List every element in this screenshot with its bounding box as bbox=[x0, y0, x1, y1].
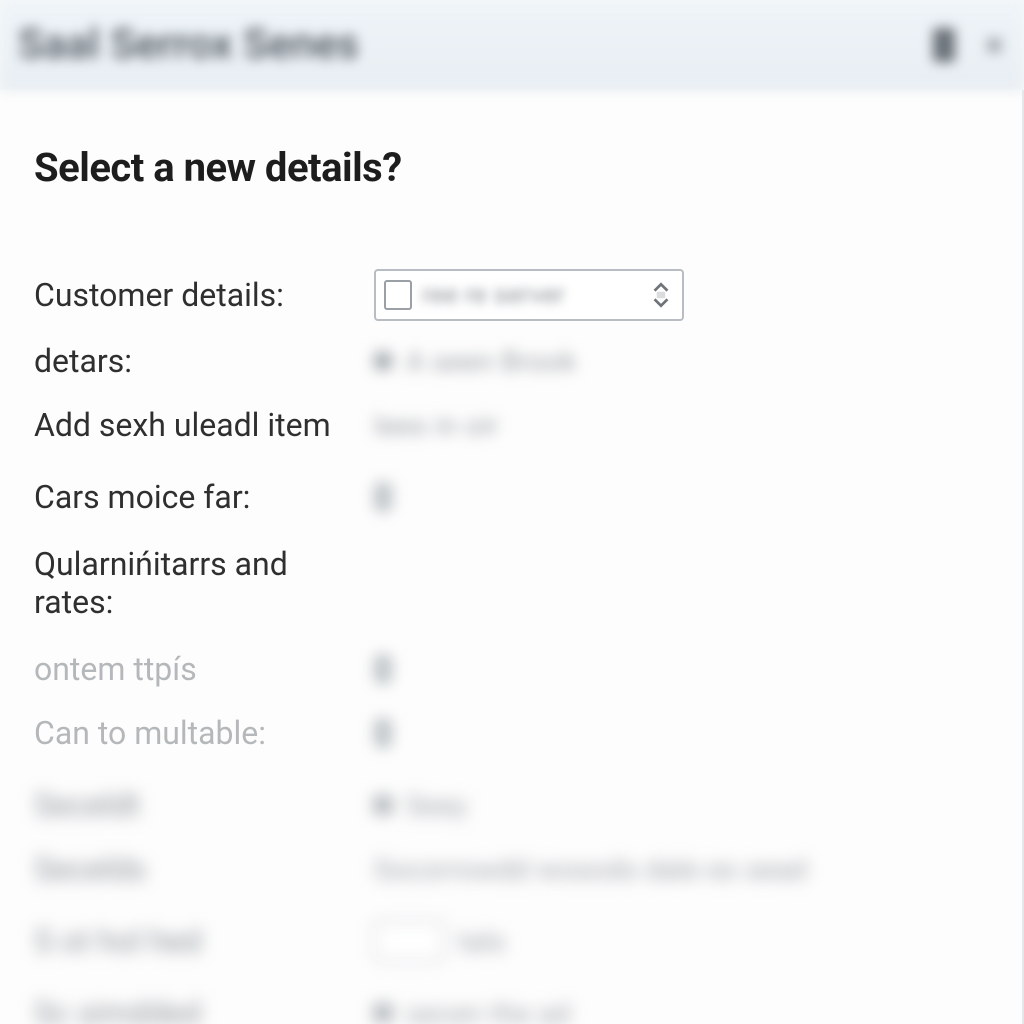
customer-details-select[interactable]: ree re server bbox=[374, 269, 684, 321]
value-customer-details: ree re server bbox=[374, 269, 988, 321]
label-rates: Qularnińitarrs and rates: bbox=[34, 545, 374, 621]
form-content: Select a new details? Customer details: … bbox=[0, 90, 1024, 1024]
value-add-item: lees in oir bbox=[374, 409, 988, 442]
topbar-actions: × bbox=[933, 24, 1004, 66]
updown-arrow-icon[interactable] bbox=[648, 280, 674, 310]
close-icon[interactable]: × bbox=[985, 24, 1004, 66]
label-multable: Can to multable: bbox=[34, 714, 374, 752]
label-cars: Cars moice far: bbox=[34, 478, 374, 516]
numeric-input[interactable] bbox=[374, 921, 444, 961]
label-blurred-1: Secelds bbox=[34, 850, 374, 888]
row-blurred-1: Secelds Socorrowdd wosods dale es sead bbox=[34, 845, 988, 893]
row-customer-details: Customer details: ree re server bbox=[34, 269, 988, 321]
label-blurred-0: Seceldt bbox=[34, 786, 374, 824]
value-multable bbox=[374, 718, 988, 748]
value-cars bbox=[374, 482, 988, 512]
page-title: Select a new details? bbox=[34, 144, 988, 191]
label-blurred-2: S ot hol hed bbox=[34, 922, 374, 960]
row-blurred-0: Seceldt Seey bbox=[34, 781, 988, 829]
value-blurred-2: tals bbox=[374, 921, 988, 961]
checkbox-icon[interactable] bbox=[384, 280, 412, 310]
label-customer-details: Customer details: bbox=[34, 276, 374, 314]
label-blurred-3: Sc simdded bbox=[34, 994, 374, 1024]
row-blurred-2: S ot hol hed tals bbox=[34, 917, 988, 965]
row-cars: Cars moice far: bbox=[34, 473, 988, 521]
row-detars: detars: A seen Brook bbox=[34, 337, 988, 385]
value-blurred-3: secen the ad bbox=[374, 997, 988, 1024]
label-detars: detars: bbox=[34, 342, 374, 380]
value-blurred-0: Seey bbox=[374, 789, 988, 822]
select-placeholder: ree re server bbox=[422, 280, 638, 310]
row-rates: Qularnińitarrs and rates: bbox=[34, 545, 988, 621]
row-ontem: ontem ttpís bbox=[34, 645, 988, 693]
row-multable: Can to multable: bbox=[34, 709, 988, 757]
topbar-title: Saal Serrox Senes bbox=[18, 20, 359, 69]
label-add-item: Add sexh uleadl item bbox=[34, 406, 374, 444]
value-blurred-1: Socorrowdd wosods dale es sead bbox=[374, 853, 988, 886]
value-ontem bbox=[374, 654, 988, 684]
label-ontem: ontem ttpís bbox=[34, 650, 374, 688]
notification-icon[interactable] bbox=[933, 28, 955, 62]
value-detars: A seen Brook bbox=[374, 345, 988, 378]
top-bar: Saal Serrox Senes × bbox=[0, 0, 1024, 90]
row-blurred-3: Sc simdded secen the ad bbox=[34, 989, 988, 1024]
row-add-item: Add sexh uleadl item lees in oir bbox=[34, 401, 988, 449]
